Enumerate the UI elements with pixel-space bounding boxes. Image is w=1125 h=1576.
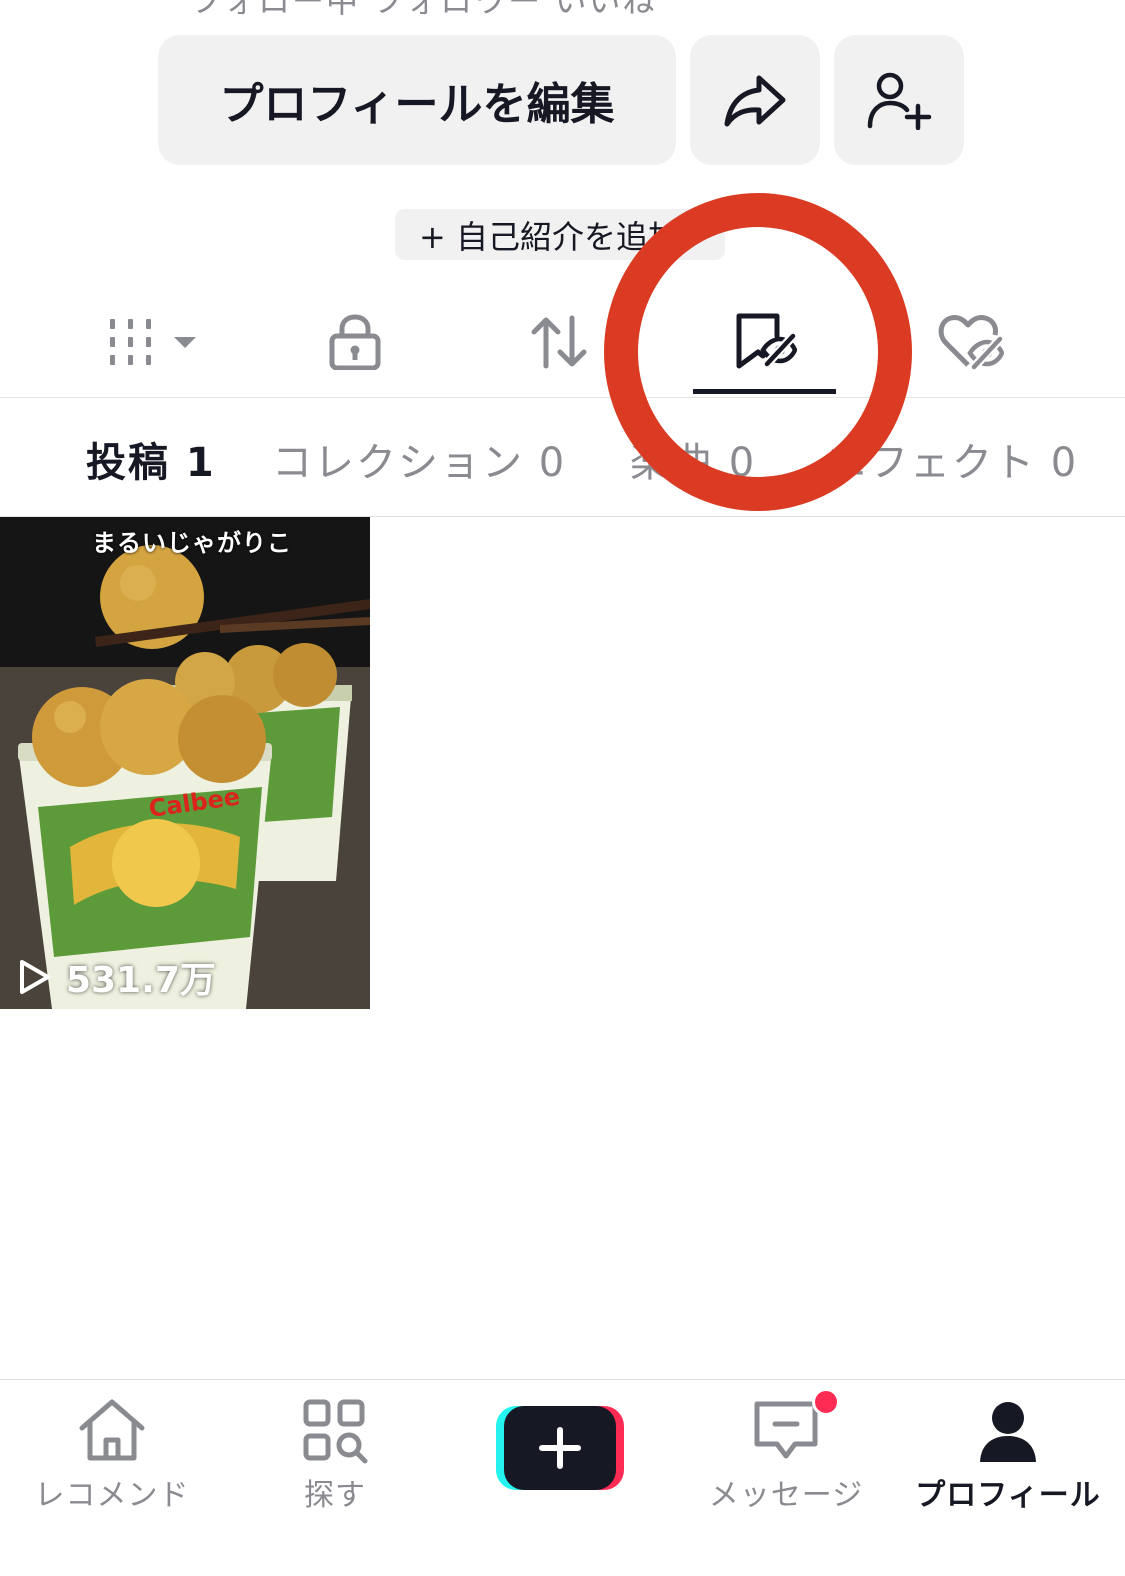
nav-home-label: レコメンド: [34, 1478, 190, 1513]
share-arrow-icon: [724, 75, 786, 127]
thumbnail-image: Calbee: [0, 517, 370, 1009]
chevron-down-icon: [174, 337, 196, 348]
notification-badge: [812, 1388, 840, 1416]
nav-inbox[interactable]: メッセージ: [706, 1398, 866, 1514]
play-icon: [20, 960, 50, 994]
nav-profile-label: プロフィール: [915, 1478, 1101, 1513]
video-thumbnail[interactable]: Calbee まるいじゃがりこ 531.7万: [0, 517, 370, 1009]
profile-stats-partial: フォロー中 フォロワー いいね: [0, 0, 1125, 20]
add-friend-button[interactable]: [834, 35, 964, 165]
subtab-collections[interactable]: コレクション 0: [272, 430, 566, 488]
create-button[interactable]: [496, 1406, 624, 1490]
view-count-value: 531.7万: [66, 960, 216, 1001]
annotation-circle: [604, 193, 912, 511]
tab-liked[interactable]: [926, 307, 1016, 377]
grid-icon: [110, 319, 196, 365]
subtab-posts[interactable]: 投稿 1: [86, 430, 216, 488]
liked-hidden-icon: [938, 315, 1004, 371]
nav-discover[interactable]: 探す: [280, 1398, 390, 1514]
share-profile-button[interactable]: [690, 35, 820, 165]
nav-discover-label: 探す: [304, 1478, 366, 1513]
nav-profile[interactable]: プロフィール: [915, 1398, 1101, 1514]
profile-stats-text: フォロー中 フォロワー いいね: [190, 0, 657, 20]
nav-home[interactable]: レコメンド: [35, 1398, 189, 1514]
add-user-icon: [867, 72, 932, 130]
content-sub-tabs: 投稿 1 コレクション 0 楽曲 0 エフェクト 0: [0, 398, 1125, 517]
inbox-icon: [754, 1401, 818, 1459]
edit-profile-label: プロフィールを編集: [219, 79, 615, 130]
tab-private[interactable]: [310, 307, 400, 377]
view-count: 531.7万: [18, 951, 216, 1003]
repost-icon: [531, 315, 587, 369]
content-tab-bar: [0, 295, 1125, 398]
tab-videos[interactable]: [104, 307, 204, 377]
discover-icon: [303, 1399, 368, 1464]
thumbnail-caption: まるいじゃがりこ: [92, 529, 292, 557]
nav-inbox-label: メッセージ: [708, 1478, 864, 1513]
create-plus-icon: [504, 1406, 616, 1490]
lock-icon: [329, 314, 381, 370]
bottom-navigation: レコメンド 探す メッセージ プロフィール: [0, 1379, 1125, 1576]
tab-reposts[interactable]: [514, 307, 604, 377]
home-icon: [79, 1399, 145, 1461]
edit-profile-button[interactable]: プロフィールを編集: [158, 35, 676, 165]
profile-icon: [980, 1402, 1036, 1462]
